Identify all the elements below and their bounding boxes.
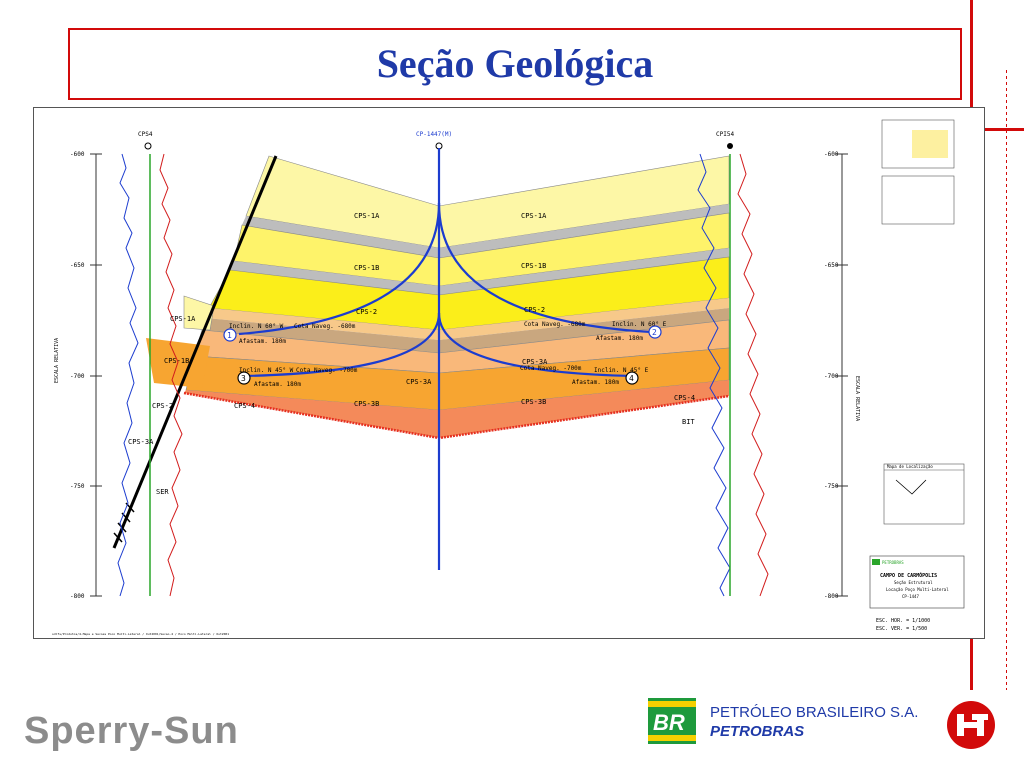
layer-group xyxy=(183,155,730,440)
b4-incl: Inclin. N 45° E xyxy=(594,367,649,374)
petrobras-line2: PETROBRAS xyxy=(710,723,805,740)
depth-tick-right-650: -650 xyxy=(824,262,839,269)
b4-cota: Cota Naveg. -700m xyxy=(520,365,582,372)
zone-left-ser: SER xyxy=(156,488,169,496)
tb-subtitle: Seção Estrutural xyxy=(894,580,933,585)
scale-horizontal: ESC. HOR. = 1/1000 xyxy=(876,618,930,624)
well-name-left: CPS4 xyxy=(138,131,153,138)
zone-cps1a-left: CPS-1A xyxy=(354,212,380,220)
b4-afast: Afastam. 180m xyxy=(572,379,619,386)
zone-cps2-right: CPS-2 xyxy=(524,306,545,314)
scale-vertical: ESC. VER. = 1/500 xyxy=(876,626,927,632)
depth-tick-left-800: -800 xyxy=(70,593,85,600)
tb-company: PETROBRAS xyxy=(882,560,904,565)
zone-cps3a-right: CPS-3A xyxy=(522,358,548,366)
br-logo: BR xyxy=(648,698,696,744)
b1-afast: Afastam. 180m xyxy=(239,338,286,345)
depth-tick-left-600: -600 xyxy=(70,151,85,158)
zone-left-cps1a: CPS-1A xyxy=(170,315,196,323)
well-symbol-right xyxy=(727,143,733,149)
slide-title: Seção Geológica xyxy=(376,41,654,86)
depth-tick-right-600: -600 xyxy=(824,151,839,158)
zone-cps4-right: CPS-4 xyxy=(674,394,695,402)
legend-box-2 xyxy=(881,175,955,225)
depth-tick-left-750: -750 xyxy=(70,483,85,490)
section-drawing: -600 -650 -700 -750 -800 -600 -650 -700 … xyxy=(52,119,965,636)
footer-path: sdlfs/Produtos/4-Mapa e Secoes Poco Mult… xyxy=(52,632,229,636)
zone-cps3a-center: CPS-3A xyxy=(406,378,432,386)
b2-incl: Inclin. N 60° E xyxy=(612,321,667,328)
well-name-center: CP-1447(M) xyxy=(416,131,452,138)
right-log-red xyxy=(737,153,769,597)
zone-left-cps3a: CPS-3A xyxy=(128,438,154,446)
b2-cota: Cota Naveg. -680m xyxy=(524,321,586,328)
zone-cps3b-right: CPS-3B xyxy=(521,398,546,406)
b1-incl: Inclin. N 60° W xyxy=(229,323,284,330)
zone-right-bit: BIT xyxy=(682,418,695,426)
branch-number-3: 3 xyxy=(241,374,246,383)
tb-line3: Locação Poço Multi-Lateral xyxy=(886,587,949,592)
sperry-sun-logo: Sperry-Sun xyxy=(24,710,239,752)
zone-cps2-left: CPS-2 xyxy=(356,308,377,316)
scale-label-left: ESCALA RELATIVA xyxy=(54,338,60,383)
b3-cota: Cota Naveg. -700m xyxy=(296,367,358,374)
left-depth-axis xyxy=(90,153,102,597)
zone-left-cps2: CPS-2 xyxy=(152,402,173,410)
branch-number-1: 1 xyxy=(227,331,232,340)
tb-field: CAMPO DE CARMÓPOLIS xyxy=(880,572,937,579)
petrobras-line1: PETRÓLEO BRASILEIRO S.A. xyxy=(710,704,919,721)
scale-label-right: ESCALA RELATIVA xyxy=(854,376,860,421)
title-box: Seção Geológica xyxy=(68,28,962,100)
map-title: Mapa de Localização xyxy=(887,464,933,469)
geological-section: -600 -650 -700 -750 -800 -600 -650 -700 … xyxy=(33,107,985,639)
location-map: Mapa de Localização xyxy=(883,463,965,525)
zone-cps3b-left: CPS-3B xyxy=(354,400,379,408)
petrobras-name: PETRÓLEO BRASILEIRO S.A. PETROBRAS xyxy=(710,703,918,741)
zone-cps4-left: CPS-4 xyxy=(234,402,255,410)
tb-well: CP-1447 xyxy=(902,594,919,599)
well-name-right: CPI54 xyxy=(716,131,734,138)
legend-swatch xyxy=(912,130,948,158)
b2-afast: Afastam. 180m xyxy=(596,335,643,342)
zone-left-cps1b: CPS-1B xyxy=(164,357,189,365)
depth-tick-right-700: -700 xyxy=(824,373,839,380)
b3-incl: Inclin. N 45° W xyxy=(239,367,294,374)
b3-afast: Afastam. 180m xyxy=(254,381,301,388)
zone-cps1b-left: CPS-1B xyxy=(354,264,379,272)
zone-cps1a-right: CPS-1A xyxy=(521,212,547,220)
branch-number-2: 2 xyxy=(652,328,657,337)
depth-tick-right-800: -800 xyxy=(824,593,839,600)
zone-cps1b-right: CPS-1B xyxy=(521,262,546,270)
decor-dotted-line xyxy=(1006,70,1007,690)
b1-cota: Cota Naveg. -680m xyxy=(294,323,356,330)
depth-tick-left-650: -650 xyxy=(70,262,85,269)
ht-logo xyxy=(947,701,995,749)
title-block: PETROBRAS CAMPO DE CARMÓPOLIS Seção Estr… xyxy=(869,555,965,609)
br-logo-text: BR xyxy=(653,710,685,735)
depth-tick-left-700: -700 xyxy=(70,373,85,380)
well-symbol-left xyxy=(144,142,152,150)
depth-tick-right-750: -750 xyxy=(824,483,839,490)
branch-number-4: 4 xyxy=(629,374,634,383)
